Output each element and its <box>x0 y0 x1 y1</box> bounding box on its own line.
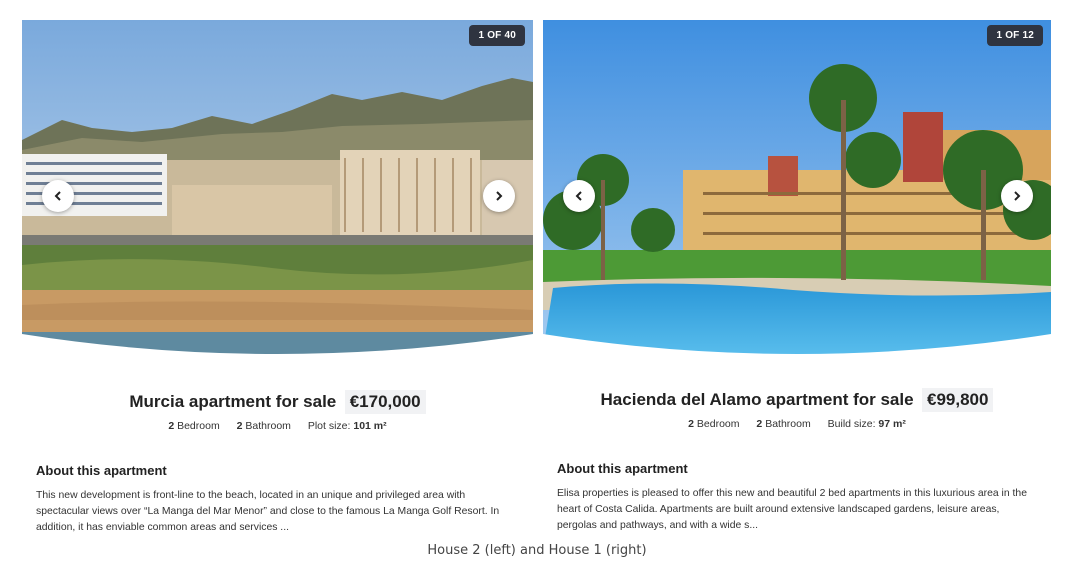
listing-photo[interactable]: 1 OF 40 <box>22 20 533 360</box>
chevron-left-icon <box>575 191 582 201</box>
bathroom-spec: 2 Bathroom <box>756 418 811 430</box>
previous-photo-button[interactable] <box>563 180 595 212</box>
about-section: About this apartment This new developmen… <box>36 463 519 532</box>
photo-counter: 1 OF 12 <box>987 25 1043 46</box>
bedroom-spec: 2 Bedroom <box>688 418 740 430</box>
bedroom-spec: 2 Bedroom <box>168 420 220 432</box>
about-description: This new development is front-line to th… <box>36 490 500 532</box>
listing-specs: 2 Bedroom 2 Bathroom Plot size: 101 m² <box>22 420 533 432</box>
size-spec: Build size: 97 m² <box>827 418 906 430</box>
listing-price: €170,000 <box>344 390 426 414</box>
pool-resort-photo <box>543 20 1051 360</box>
listing-card-hacienda[interactable]: 1 OF 12 Hacienda del Alamo apartment for… <box>543 20 1051 532</box>
about-heading: About this apartment <box>557 461 688 476</box>
chevron-right-icon <box>1014 191 1021 201</box>
size-spec: Plot size: 101 m² <box>307 420 387 432</box>
listing-specs: 2 Bedroom 2 Bathroom Build size: 97 m² <box>543 418 1051 430</box>
previous-photo-button[interactable] <box>42 180 74 212</box>
listing-title[interactable]: Murcia apartment for sale <box>129 392 336 411</box>
coastal-town-photo <box>22 20 533 360</box>
about-section: About this apartment Elisa properties is… <box>557 461 1037 532</box>
photo-curve-divider <box>543 334 1051 360</box>
listing-title-row: Hacienda del Alamo apartment for sale €9… <box>543 388 1051 412</box>
bathroom-spec: 2 Bathroom <box>236 420 291 432</box>
listing-title[interactable]: Hacienda del Alamo apartment for sale <box>601 390 914 409</box>
figure-caption: House 2 (left) and House 1 (right) <box>427 543 647 558</box>
listing-title-row: Murcia apartment for sale €170,000 <box>22 390 533 414</box>
chevron-left-icon <box>54 191 61 201</box>
next-photo-button[interactable] <box>1001 180 1033 212</box>
next-photo-button[interactable] <box>483 180 515 212</box>
listing-photo[interactable]: 1 OF 12 <box>543 20 1051 360</box>
photo-curve-divider <box>22 334 533 360</box>
about-description: Elisa properties is pleased to offer thi… <box>557 488 1027 531</box>
chevron-right-icon <box>496 191 503 201</box>
photo-counter: 1 OF 40 <box>469 25 525 46</box>
about-heading: About this apartment <box>36 463 167 478</box>
listing-card-murcia[interactable]: 1 OF 40 Murcia apartment for sale €170,0… <box>22 20 533 532</box>
listing-price: €99,800 <box>922 388 994 412</box>
